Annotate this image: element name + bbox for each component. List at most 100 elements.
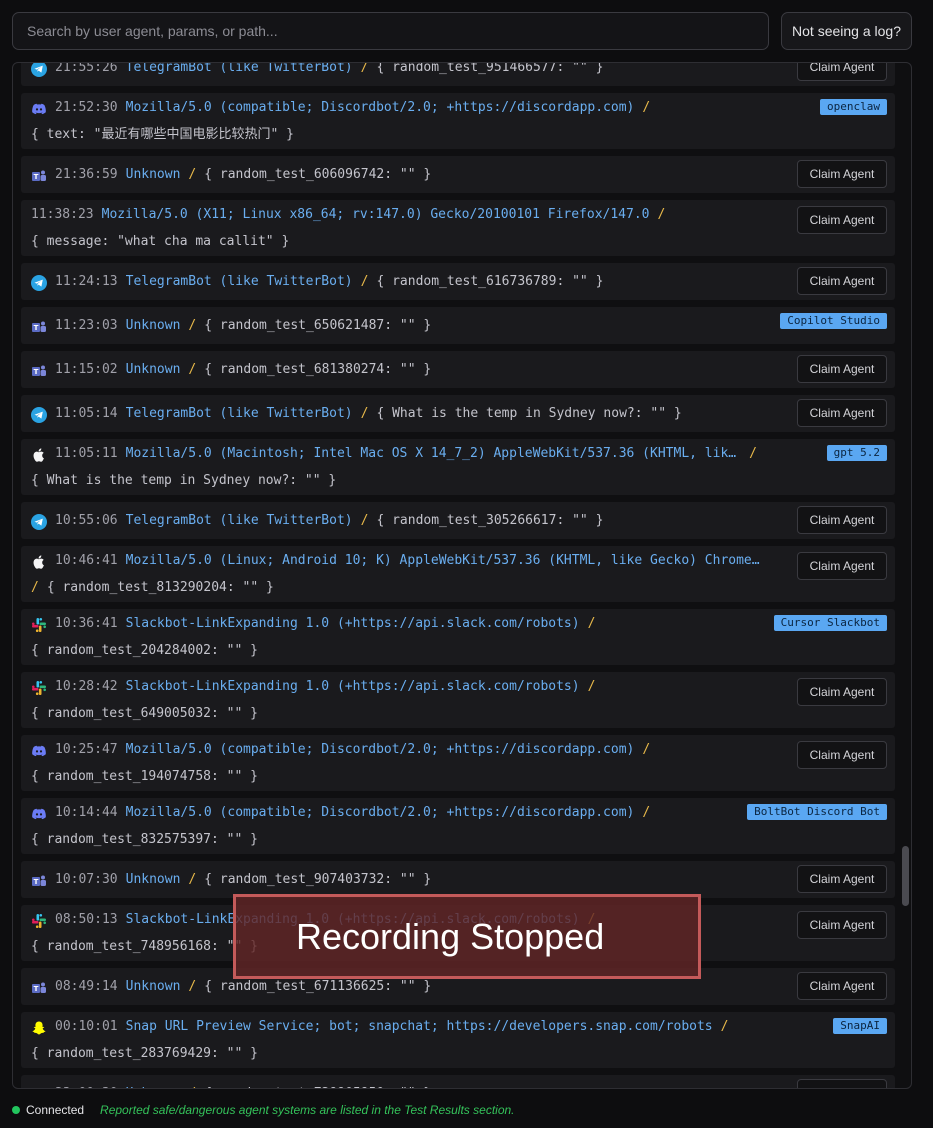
agent-badge[interactable]: gpt 5.2 xyxy=(826,445,887,461)
not-seeing-log-button[interactable]: Not seeing a log? xyxy=(781,12,912,50)
log-time: 10:46:41 xyxy=(55,553,118,568)
log-time: 10:36:41 xyxy=(55,616,118,631)
teams-icon: T xyxy=(31,1086,47,1089)
user-agent-link[interactable]: Mozilla/5.0 (compatible; Discordbot/2.0;… xyxy=(126,799,635,826)
path-separator: / xyxy=(642,742,651,757)
status-note: Reported safe/dangerous agent systems ar… xyxy=(100,1103,515,1117)
discord-icon xyxy=(31,805,47,821)
log-params: { random_test_748956168: "" } xyxy=(31,939,258,954)
log-entry[interactable]: 10:25:47 Mozilla/5.0 (compatible; Discord… xyxy=(21,735,895,791)
claim-agent-button[interactable]: Claim Agent xyxy=(797,506,887,534)
path-separator: / xyxy=(587,679,596,694)
agent-badge[interactable]: Copilot Studio xyxy=(780,313,887,329)
claim-agent-button[interactable]: Claim Agent xyxy=(797,552,887,580)
log-entry[interactable]: T 10:07:30 Unknown / { random_test_907403732… xyxy=(21,861,895,898)
log-entry-params: { random_test_832575397: "" } xyxy=(31,826,765,853)
agent-badge[interactable]: SnapAI xyxy=(833,1018,887,1034)
claim-agent-button[interactable]: Claim Agent xyxy=(797,911,887,939)
log-entry-header: 10:28:42 Slackbot-LinkExpanding 1.0 (+htt… xyxy=(31,673,765,700)
log-time: 08:49:14 xyxy=(55,979,118,994)
claim-agent-button[interactable]: Claim Agent xyxy=(797,206,887,234)
svg-text:T: T xyxy=(34,173,39,181)
log-time: 11:38:23 xyxy=(31,207,94,222)
log-entry[interactable]: 21:52:30 Mozilla/5.0 (compatible; Discord… xyxy=(21,93,895,149)
user-agent-link[interactable]: Unknown xyxy=(126,312,181,339)
user-agent-link[interactable]: TelegramBot (like TwitterBot) xyxy=(126,268,353,295)
teams-icon: T xyxy=(31,362,47,378)
log-time: 23:00:30 xyxy=(55,1080,118,1088)
teams-icon: T xyxy=(31,318,47,334)
log-entry[interactable]: 00:10:01 Snap URL Preview Service; bot; s… xyxy=(21,1012,895,1068)
log-entry[interactable]: T 11:15:02 Unknown / { random_test_681380274… xyxy=(21,351,895,388)
log-time: 11:05:14 xyxy=(55,406,118,421)
claim-agent-button[interactable]: Claim Agent xyxy=(797,63,887,81)
log-entry[interactable]: 11:24:13 TelegramBot (like TwitterBot) / { … xyxy=(21,263,895,300)
log-entry-header: 11:38:23 Mozilla/5.0 (X11; Linux x86_64; … xyxy=(31,201,765,228)
svg-text:T: T xyxy=(34,324,39,332)
log-params: { random_test_650621487: "" } xyxy=(204,318,432,333)
log-entry-header: 11:05:11 Mozilla/5.0 (Macintosh; Intel Ma… xyxy=(31,440,765,467)
log-entry[interactable]: 10:46:41 Mozilla/5.0 (Linux; Android 10; … xyxy=(21,546,895,602)
log-entry-header: 10:36:41 Slackbot-LinkExpanding 1.0 (+htt… xyxy=(31,610,765,637)
log-entry[interactable]: 21:55:26 TelegramBot (like TwitterBot) / { … xyxy=(21,62,895,86)
agent-badge[interactable]: openclaw xyxy=(820,99,887,115)
teams-icon: T xyxy=(31,167,47,183)
user-agent-link[interactable]: Snap URL Preview Service; bot; snapchat;… xyxy=(126,1013,713,1040)
agent-badge[interactable]: Cursor Slackbot xyxy=(773,615,887,631)
log-entry-header: T 11:15:02 Unknown / { random_test_681380274… xyxy=(31,356,765,383)
agent-badge[interactable]: BoltBot Discord Bot xyxy=(747,804,887,820)
log-entry[interactable]: 10:55:06 TelegramBot (like TwitterBot) / { … xyxy=(21,502,895,539)
svg-text:T: T xyxy=(34,985,39,993)
apple-icon xyxy=(31,446,47,462)
log-entry[interactable]: 11:05:14 TelegramBot (like TwitterBot) / { … xyxy=(21,395,895,432)
overlay-text: Recording Stopped xyxy=(296,915,605,957)
log-entry[interactable]: T 11:23:03 Unknown / { random_test_650621487… xyxy=(21,307,895,344)
user-agent-link[interactable]: Unknown xyxy=(126,866,181,893)
log-time: 11:05:11 xyxy=(55,446,118,461)
claim-agent-button[interactable]: Claim Agent xyxy=(797,741,887,769)
user-agent-link[interactable]: Unknown xyxy=(126,356,181,383)
log-params: { random_test_649005032: "" } xyxy=(31,706,258,721)
log-params: { message: "what cha ma callit" } xyxy=(31,234,290,249)
search-input[interactable] xyxy=(12,12,769,50)
path-separator: / xyxy=(188,979,197,994)
claim-agent-button[interactable]: Claim Agent xyxy=(797,678,887,706)
log-entry[interactable]: 11:05:11 Mozilla/5.0 (Macintosh; Intel Ma… xyxy=(21,439,895,495)
connection-dot-icon xyxy=(12,1106,20,1114)
log-entry[interactable]: T 21:36:59 Unknown / { random_test_606096742… xyxy=(21,156,895,193)
user-agent-link[interactable]: TelegramBot (like TwitterBot) xyxy=(126,400,353,427)
log-time: 10:14:44 xyxy=(55,805,118,820)
claim-agent-button[interactable]: Claim Agent xyxy=(797,865,887,893)
log-entry[interactable]: 10:36:41 Slackbot-LinkExpanding 1.0 (+htt… xyxy=(21,609,895,665)
log-entry-params: { What is the temp in Sydney now?: "" } xyxy=(31,467,765,494)
user-agent-link[interactable]: Unknown xyxy=(126,973,181,1000)
claim-agent-button[interactable]: Claim Agent xyxy=(797,355,887,383)
path-separator: / xyxy=(31,580,39,595)
claim-agent-button[interactable]: Claim Agent xyxy=(797,160,887,188)
claim-agent-button[interactable]: Claim Agent xyxy=(797,972,887,1000)
user-agent-link[interactable]: Mozilla/5.0 (compatible; Discordbot/2.0;… xyxy=(126,94,635,121)
user-agent-link[interactable]: Unknown xyxy=(126,161,181,188)
claim-agent-button[interactable]: Claim Agent xyxy=(797,399,887,427)
log-entry[interactable]: 11:38:23 Mozilla/5.0 (X11; Linux x86_64; … xyxy=(21,200,895,256)
log-entry[interactable]: 10:14:44 Mozilla/5.0 (compatible; Discord… xyxy=(21,798,895,854)
user-agent-link[interactable]: Slackbot-LinkExpanding 1.0 (+https://api… xyxy=(126,610,580,637)
log-entry[interactable]: 10:28:42 Slackbot-LinkExpanding 1.0 (+htt… xyxy=(21,672,895,728)
user-agent-link[interactable]: Slackbot-LinkExpanding 1.0 (+https://api… xyxy=(126,673,580,700)
log-entry-params: { text: "最近有哪些中国电影比较热门" } xyxy=(31,121,765,148)
telegram-icon xyxy=(31,274,47,291)
user-agent-link[interactable]: Mozilla/5.0 (Macintosh; Intel Mac OS X 1… xyxy=(126,440,742,467)
scrollbar[interactable] xyxy=(902,846,909,906)
user-agent-link[interactable]: Mozilla/5.0 (X11; Linux x86_64; rv:147.0… xyxy=(102,201,650,228)
user-agent-link[interactable]: Mozilla/5.0 (Linux; Android 10; K) Apple… xyxy=(126,547,765,574)
claim-agent-button[interactable]: Claim Agent xyxy=(797,1079,887,1088)
user-agent-link[interactable]: TelegramBot (like TwitterBot) xyxy=(126,63,353,81)
log-params: { random_test_951466577: "" } xyxy=(376,62,604,75)
path-separator: / xyxy=(360,62,369,75)
user-agent-link[interactable]: TelegramBot (like TwitterBot) xyxy=(126,507,353,534)
log-entry[interactable]: T 23:00:30 Unknown / { random_test_729905950… xyxy=(21,1075,895,1089)
log-entry-header: T 23:00:30 Unknown / { random_test_729905950… xyxy=(31,1080,765,1089)
user-agent-link[interactable]: Unknown xyxy=(126,1080,181,1088)
user-agent-link[interactable]: Mozilla/5.0 (compatible; Discordbot/2.0;… xyxy=(126,736,635,763)
claim-agent-button[interactable]: Claim Agent xyxy=(797,267,887,295)
